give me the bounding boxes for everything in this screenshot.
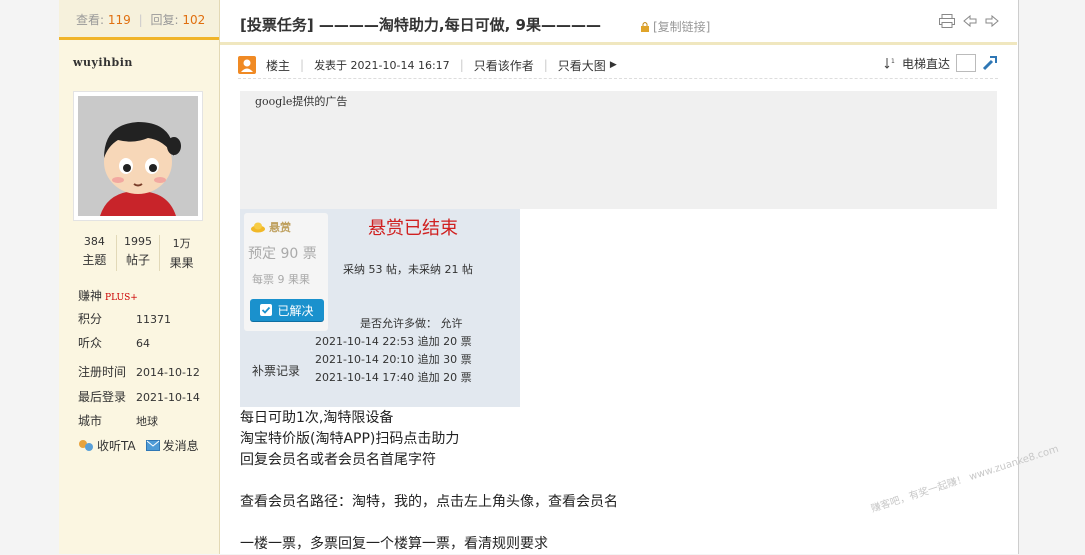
lock-icon	[641, 21, 649, 32]
prev-thread-icon[interactable]	[963, 14, 977, 28]
views-label: 查看:	[76, 13, 105, 27]
print-icon[interactable]	[939, 14, 955, 28]
go-floor-icon[interactable]	[982, 55, 998, 71]
reward-accept-stats: 采纳 53 帖，未采纳 21 帖	[343, 263, 473, 276]
field-registered: 注册时间 2014-10-12	[78, 365, 200, 379]
next-thread-icon[interactable]	[985, 14, 999, 28]
envelope-icon	[145, 440, 160, 451]
rank-label: 赚神	[78, 289, 103, 303]
big-image-arrow-icon[interactable]: ▶	[610, 60, 617, 70]
avatar-image	[78, 96, 198, 216]
avatar[interactable]	[73, 91, 203, 221]
stat-topics[interactable]: 384 主题	[73, 235, 117, 271]
follow-button[interactable]: 收听TA	[78, 437, 136, 454]
user-actions: 收听TA 发消息	[78, 437, 199, 454]
add-log-label: 补票记录	[252, 364, 301, 378]
add-log-list: 2021-10-14 22:53 追加 20 票 2021-10-14 20:1…	[315, 333, 472, 387]
field-city: 城市 地球	[78, 414, 158, 428]
rank-badge: PLUS+	[105, 293, 138, 303]
thread-stats: 查看: 119 | 回复: 102	[59, 0, 219, 40]
replies-label: 回复:	[150, 13, 179, 27]
message-button[interactable]: 发消息	[145, 437, 199, 454]
reward-planned: 预定 90 票	[248, 246, 317, 262]
views-count: 119	[107, 13, 131, 27]
add-log-item: 2021-10-14 17:40 追加 20 票	[315, 371, 472, 384]
author-sidebar: 查看: 119 | 回复: 102 wuyihbin 384 主题 1995 帖…	[59, 0, 220, 554]
content-line: 每日可助1次,淘特限设备	[240, 410, 394, 426]
title-bar: [投票任务] ————淘特助力,每日可做, 9果———— [复制链接]	[220, 0, 1017, 45]
copy-link[interactable]: [复制链接]	[640, 18, 710, 35]
content-line: 一楼一票，多票回复一个楼算一票，看清规则要求	[240, 536, 548, 552]
add-log-item: 2021-10-14 22:53 追加 20 票	[315, 335, 472, 348]
solved-button[interactable]: 已解决	[250, 299, 324, 321]
add-log-item: 2021-10-14 20:10 追加 30 票	[315, 353, 472, 366]
reward-badge: 悬赏 预定 90 票 每票 9 果果 已解决	[244, 213, 328, 331]
check-icon	[260, 304, 273, 316]
floor-label: 楼主	[266, 58, 291, 73]
sort-icon[interactable]: 1	[884, 56, 896, 70]
post-main: [投票任务] ————淘特助力,每日可做, 9果———— [复制链接] 楼主 |…	[220, 0, 1017, 554]
thread-title: [投票任务] ————淘特助力,每日可做, 9果————	[240, 16, 601, 34]
only-author-link[interactable]: 只看该作者	[474, 57, 534, 74]
content-line: 淘宝特价版(淘特APP)扫码点击助力	[240, 431, 460, 447]
post-content: 每日可助1次,淘特限设备 淘宝特价版(淘特APP)扫码点击助力 回复会员名或者会…	[240, 408, 618, 555]
user-stats: 384 主题 1995 帖子 1万 果果	[73, 235, 203, 271]
stat-coins[interactable]: 1万 果果	[160, 235, 203, 271]
google-ad[interactable]: google提供的广告	[240, 91, 997, 209]
username[interactable]: wuyihbin	[73, 56, 133, 69]
big-image-link[interactable]: 只看大图	[558, 57, 606, 74]
floor-number-input[interactable]	[956, 54, 976, 72]
content-line: 回复会员名或者会员名首尾字符	[240, 452, 436, 468]
elevator-label: 电梯直达	[901, 56, 950, 71]
field-listeners: 听众 64	[78, 336, 150, 350]
ad-label: google提供的广告	[255, 95, 348, 108]
content-line: 查看会员名路径：淘特，我的，点击左上角头像，查看会员名	[240, 494, 618, 510]
field-points: 积分 11371	[78, 312, 171, 326]
gold-ingot-icon	[251, 222, 265, 233]
author-bar: 楼主 | 发表于 2021-10-14 16:17 | 只看该作者 | 只看大图…	[238, 52, 998, 79]
reward-multi-allowed: 是否允许多做： 允许	[360, 317, 463, 330]
post-time: 发表于 2021-10-14 16:17	[314, 59, 450, 72]
follow-icon	[79, 439, 93, 451]
field-last-login: 最后登录 2021-10-14	[78, 390, 200, 404]
stat-posts[interactable]: 1995 帖子	[117, 235, 161, 271]
reward-per-vote: 每票 9 果果	[252, 273, 310, 286]
user-rank[interactable]: 赚神 PLUS+	[78, 287, 138, 304]
floor-owner-icon	[238, 56, 256, 74]
svg-text:1: 1	[891, 58, 895, 65]
floor-elevator: 1 电梯直达	[884, 54, 998, 72]
reward-ended-status: 悬赏已结束	[368, 218, 458, 239]
replies-count: 102	[182, 13, 206, 27]
reward-panel: 悬赏 预定 90 票 每票 9 果果 已解决 悬赏已结束 采纳 53 帖，未采纳…	[240, 209, 520, 407]
